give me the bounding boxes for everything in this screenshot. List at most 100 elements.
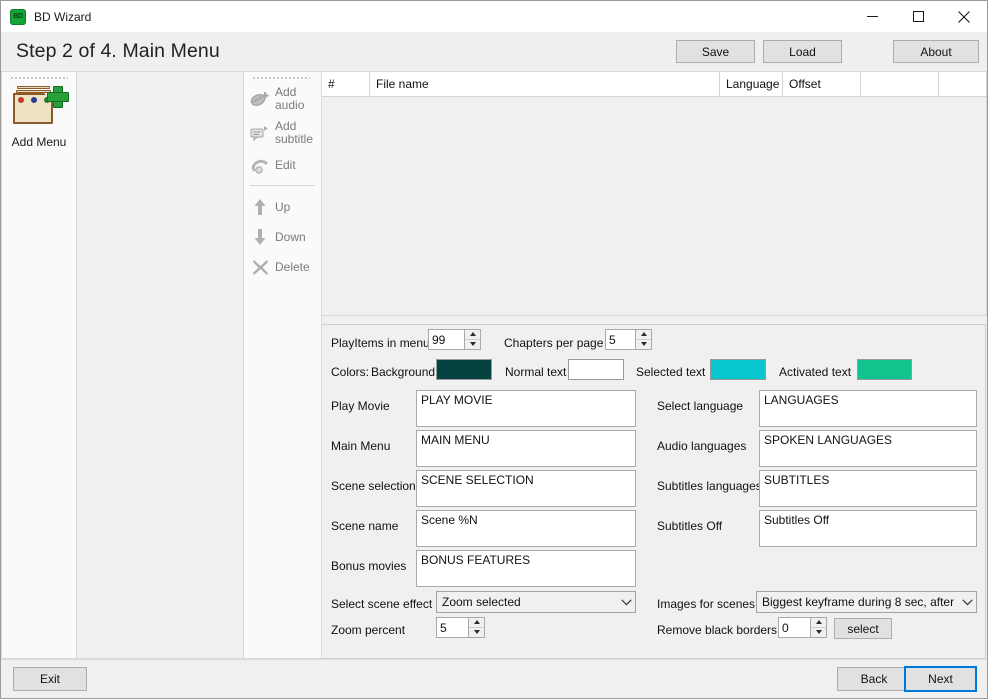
about-button[interactable]: About [893, 40, 979, 63]
page-title: Step 2 of 4. Main Menu [16, 40, 220, 62]
column-header-extra-2[interactable] [939, 72, 985, 96]
audio-languages-textarea[interactable] [759, 430, 977, 467]
step-header: Step 2 of 4. Main Menu Save Load About [1, 32, 987, 71]
add-subtitle-label-line1: Add [275, 119, 297, 133]
audio-languages-label: Audio languages [657, 439, 747, 453]
subtitles-off-textarea[interactable] [759, 510, 977, 547]
column-header-filename[interactable]: File name [370, 72, 720, 96]
column-header-extra-1[interactable] [861, 72, 939, 96]
zoom-percent-decrement[interactable] [469, 627, 484, 637]
next-button[interactable]: Next [904, 666, 977, 692]
selected-text-color-swatch[interactable] [710, 359, 766, 380]
scene-selection-label: Scene selection [331, 479, 416, 493]
remove-black-borders-increment[interactable] [811, 618, 826, 628]
selected-text-color-label: Selected text [636, 365, 706, 379]
move-up-button[interactable]: Up [244, 192, 321, 222]
bonus-movies-textarea[interactable] [416, 550, 636, 587]
chapters-stepper[interactable] [605, 329, 652, 350]
toolbar-grip[interactable] [10, 76, 68, 79]
chapters-increment[interactable] [636, 330, 651, 340]
add-subtitle-button[interactable]: Add subtitle [244, 116, 321, 150]
back-button[interactable]: Back [837, 667, 911, 691]
zoom-percent-stepper-buttons[interactable] [468, 617, 485, 638]
exit-button[interactable]: Exit [13, 667, 87, 691]
wizard-footer: Exit Back Next [1, 659, 987, 698]
chapters-input[interactable] [605, 329, 635, 350]
scene-name-label: Scene name [331, 519, 399, 533]
remove-black-borders-label: Remove black borders [657, 623, 778, 637]
arrow-down-icon [250, 227, 270, 247]
scene-name-textarea[interactable] [416, 510, 636, 547]
main-body: Add Menu Add audio Add subtitle Edit Up … [1, 71, 987, 659]
images-for-scenes-select[interactable]: Biggest keyframe during 8 sec, after 2 s… [756, 591, 977, 613]
save-button[interactable]: Save [676, 40, 755, 63]
edit-label: Edit [275, 157, 296, 172]
add-subtitle-label: Add subtitle [275, 120, 313, 146]
move-up-label: Up [275, 199, 291, 214]
chapters-label: Chapters per page [504, 336, 604, 350]
playitems-stepper-buttons[interactable] [464, 329, 481, 350]
subtitles-languages-textarea[interactable] [759, 470, 977, 507]
zoom-percent-stepper[interactable] [436, 617, 485, 638]
main-menu-textarea[interactable] [416, 430, 636, 467]
play-movie-label: Play Movie [331, 399, 390, 413]
background-color-label: Background [371, 365, 436, 379]
playitems-decrement[interactable] [465, 339, 480, 349]
add-menu-button[interactable]: Add Menu [2, 84, 76, 149]
column-header-offset[interactable]: Offset [783, 72, 861, 96]
chevron-down-icon [958, 598, 976, 606]
load-button[interactable]: Load [763, 40, 842, 63]
zoom-percent-input[interactable] [436, 617, 468, 638]
file-table: # File name Language Offset [322, 71, 987, 316]
play-movie-textarea[interactable] [416, 390, 636, 427]
normal-text-color-label: Normal text [505, 365, 567, 379]
move-down-label: Down [275, 229, 306, 244]
item-toolbar-grip[interactable] [252, 76, 310, 79]
playitems-label: PlayItems in menu [331, 336, 430, 350]
subtitles-languages-label: Subtitles languages [657, 479, 762, 493]
chapters-decrement[interactable] [636, 339, 651, 349]
add-menu-label: Add Menu [11, 135, 67, 149]
add-audio-button[interactable]: Add audio [244, 82, 321, 116]
select-button[interactable]: select [834, 618, 892, 639]
scene-selection-textarea[interactable] [416, 470, 636, 507]
playitems-stepper[interactable] [428, 329, 481, 350]
playitems-input[interactable] [428, 329, 464, 350]
scene-effect-select[interactable]: Zoom selected [436, 591, 636, 613]
activated-text-color-swatch[interactable] [857, 359, 912, 380]
images-for-scenes-value: Biggest keyframe during 8 sec, after 2 s… [762, 595, 958, 609]
add-audio-label-line1: Add [275, 85, 297, 99]
chapters-stepper-buttons[interactable] [635, 329, 652, 350]
edit-icon [250, 155, 270, 175]
edit-button[interactable]: Edit [244, 150, 321, 180]
add-audio-label: Add audio [275, 86, 304, 112]
playitems-increment[interactable] [465, 330, 480, 340]
menu-settings-panel: PlayItems in menu Chapters per page [322, 324, 986, 659]
column-header-index[interactable]: # [322, 72, 370, 96]
close-icon[interactable] [941, 1, 987, 32]
background-color-swatch[interactable] [436, 359, 492, 380]
maximize-icon[interactable] [895, 1, 941, 32]
zoom-percent-increment[interactable] [469, 618, 484, 628]
delete-button[interactable]: Delete [244, 252, 321, 282]
file-table-body[interactable] [322, 97, 986, 315]
move-down-button[interactable]: Down [244, 222, 321, 252]
remove-black-borders-input[interactable] [778, 617, 810, 638]
scene-effect-value: Zoom selected [442, 595, 521, 609]
delete-x-icon [250, 257, 270, 277]
colors-label: Colors: [331, 365, 370, 379]
select-language-textarea[interactable] [759, 390, 977, 427]
normal-text-color-swatch[interactable] [568, 359, 624, 380]
remove-black-borders-decrement[interactable] [811, 627, 826, 637]
remove-black-borders-stepper[interactable] [778, 617, 827, 638]
minimize-icon[interactable] [849, 1, 895, 32]
add-audio-icon [250, 89, 270, 109]
column-header-language[interactable]: Language [720, 72, 783, 96]
remove-black-borders-stepper-buttons[interactable] [810, 617, 827, 638]
title-bar: BD Wizard [1, 1, 987, 32]
chevron-down-icon [617, 598, 635, 606]
bonus-movies-label: Bonus movies [331, 559, 407, 573]
add-menu-icon [11, 84, 69, 132]
activated-text-color-label: Activated text [779, 365, 852, 379]
menu-list-pane[interactable] [77, 71, 244, 659]
